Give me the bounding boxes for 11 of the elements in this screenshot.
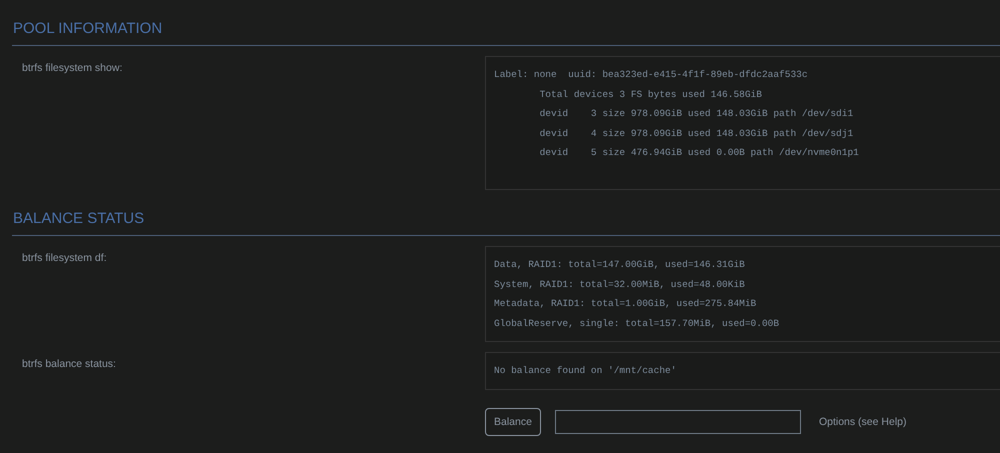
command-output: Data, RAID1: total=147.00GiB, used=146.31GiB System, RAID1: total=32.00MiB, used=48.00KiB Metadata, RAID1: total=1.00GiB, used=275.84MiB GlobalReserve, single: total=157.70MiB, used=0.00B	[485, 246, 1000, 342]
section-heading: BALANCE STATUS	[12, 190, 1000, 236]
section-heading: POOL INFORMATION	[12, 0, 1000, 46]
field-label: btrfs balance status:	[21, 357, 116, 370]
options-field[interactable]	[554, 410, 801, 434]
command-output: No balance found on '/mnt/cache'	[485, 352, 1000, 390]
command-output: Label: none uuid: bea323ed-e415-4f1f-89eb-dfdc2aaf533c Total devices 3 FS bytes used 146.58GiB devid 3 size 978.09GiB used 148.03GiB path /dev/sdi1 devid 4 size 978.09GiB used 148.03GiB path /dev/sdj1 devid 5 size 476.94GiB used 0.00B path /dev/nvme0n1p1	[485, 56, 1000, 190]
options-hint: Options (see Help)	[818, 416, 906, 428]
field-label: btrfs filesystem df:	[21, 251, 107, 264]
balance-button[interactable]: Balance	[485, 408, 541, 436]
field-label: btrfs filesystem show:	[21, 61, 122, 74]
